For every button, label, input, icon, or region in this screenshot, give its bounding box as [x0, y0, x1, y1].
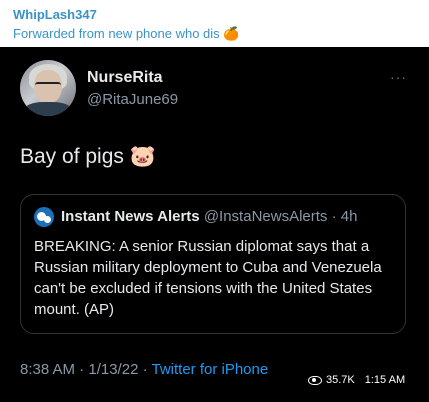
forwarded-from-text: Forwarded from new phone who dis	[13, 26, 220, 41]
globe-icon	[34, 207, 54, 227]
forward-header: WhipLash347 Forwarded from new phone who…	[0, 0, 429, 47]
forwarded-from[interactable]: Forwarded from new phone who dis 🍊	[13, 26, 239, 42]
tweet-meta: 8:38 AM · 1/13/22 · Twitter for iPhone	[20, 361, 268, 378]
author-handle[interactable]: @RitaJune69	[87, 91, 178, 108]
forwarder-name[interactable]: WhipLash347	[13, 7, 97, 22]
more-icon[interactable]: ···	[390, 69, 407, 85]
media-overlay: 35.7K 1:15 AM	[308, 374, 405, 386]
message-time: 1:15 AM	[364, 374, 406, 386]
orange-emoji-icon: 🍊	[223, 26, 240, 41]
author-name[interactable]: NurseRita	[87, 69, 163, 87]
quoted-author-name: Instant News Alerts	[61, 208, 200, 225]
quoted-tweet[interactable]: Instant News Alerts @InstaNewsAlerts · 4…	[20, 194, 406, 334]
view-count: 35.7K	[326, 374, 355, 386]
tweet-timestamp: 8:38 AM · 1/13/22 ·	[20, 361, 152, 378]
tweet-source-link[interactable]: Twitter for iPhone	[151, 361, 268, 378]
quoted-author-handle: @InstaNewsAlerts · 4h	[199, 208, 358, 225]
tweet-card: NurseRita @RitaJune69 ··· Bay of pigs 🐷 …	[0, 47, 429, 402]
quoted-tweet-header: Instant News Alerts @InstaNewsAlerts · 4…	[61, 208, 357, 225]
author-avatar[interactable]	[20, 60, 76, 116]
quoted-tweet-text: BREAKING: A senior Russian diplomat says…	[34, 238, 382, 318]
tweet-text: Bay of pigs 🐷	[20, 145, 156, 168]
eye-icon	[308, 375, 322, 385]
